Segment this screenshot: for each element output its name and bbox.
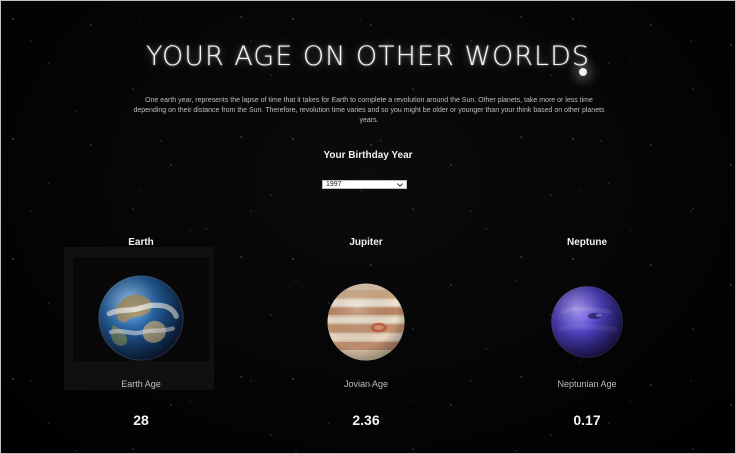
neptunian-age-label: Neptunian Age	[557, 379, 617, 389]
page-title: YOUR AGE ON OTHER WORLDS	[145, 41, 591, 72]
neptune-image	[551, 286, 623, 358]
planet-title: Jupiter	[349, 237, 383, 248]
jupiter-image	[327, 283, 405, 361]
planet-card-neptune: Neptune Neptunian Age 0.17	[512, 237, 662, 437]
jovian-age-label: Jovian Age	[343, 379, 389, 389]
jovian-age-value: 2.36	[352, 412, 380, 428]
birthday-year-select[interactable]: 1997	[322, 180, 407, 189]
planet-title: Earth	[128, 237, 154, 248]
earth-image	[98, 275, 184, 361]
neptunian-age-value: 0.17	[573, 412, 601, 428]
glowing-star-icon	[579, 68, 587, 76]
chevron-down-icon	[397, 182, 403, 188]
earth-age-label: Earth Age	[121, 379, 161, 389]
birthday-year-selected: 1997	[326, 181, 342, 188]
planet-card-jupiter: Jupiter Jovian Age 2.36	[291, 237, 441, 437]
planet-card-earth: Earth Earth Age 28	[64, 237, 216, 437]
app-page: YOUR AGE ON OTHER WORLDS One earth year,…	[0, 0, 736, 454]
birthday-year-title: Your Birthday Year	[323, 150, 413, 161]
planet-title: Neptune	[567, 237, 607, 248]
earth-age-value: 28	[133, 412, 149, 428]
intro-text: One earth year, represents the lapse of …	[133, 97, 605, 124]
